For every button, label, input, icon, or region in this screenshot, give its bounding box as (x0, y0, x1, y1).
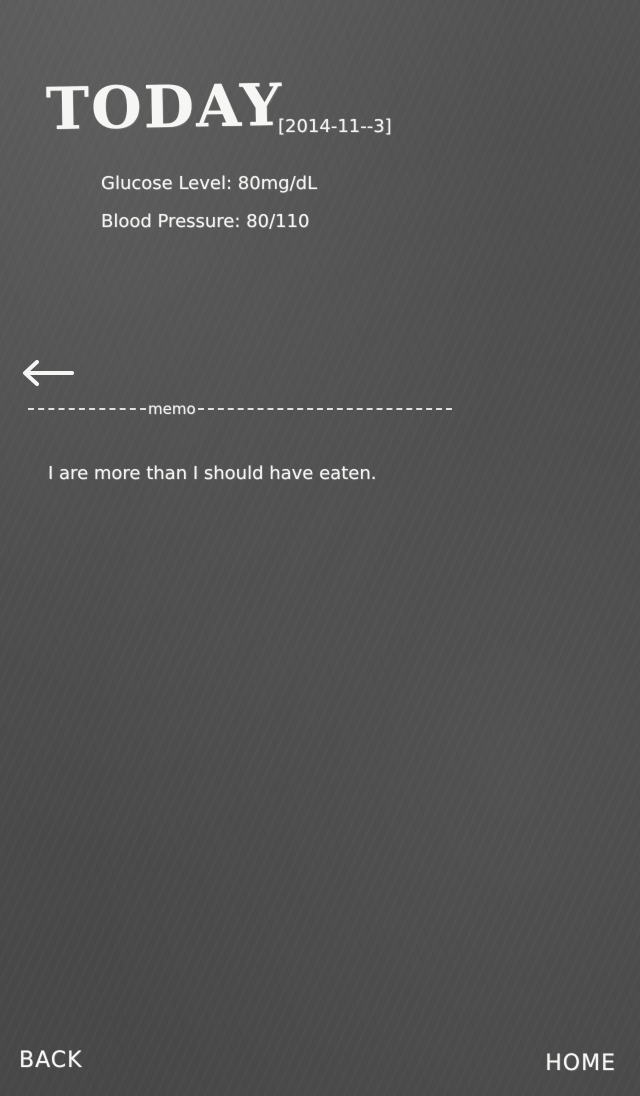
back-button[interactable]: BACK (19, 1048, 83, 1073)
memo-divider: memo (28, 400, 452, 418)
arrow-left-icon[interactable] (20, 358, 76, 388)
divider-line-left (28, 408, 146, 410)
page-title: TODAY (45, 70, 285, 144)
blood-pressure-text: Blood Pressure: 80/110 (101, 211, 310, 232)
memo-label: memo (148, 400, 196, 418)
home-button[interactable]: HOME (545, 1051, 616, 1076)
glucose-level-text: Glucose Level: 80mg/dL (101, 173, 318, 194)
divider-line-right (197, 408, 452, 410)
date-label: [2014-11--3] (278, 116, 392, 137)
memo-text: I are more than I should have eaten. (48, 463, 377, 484)
